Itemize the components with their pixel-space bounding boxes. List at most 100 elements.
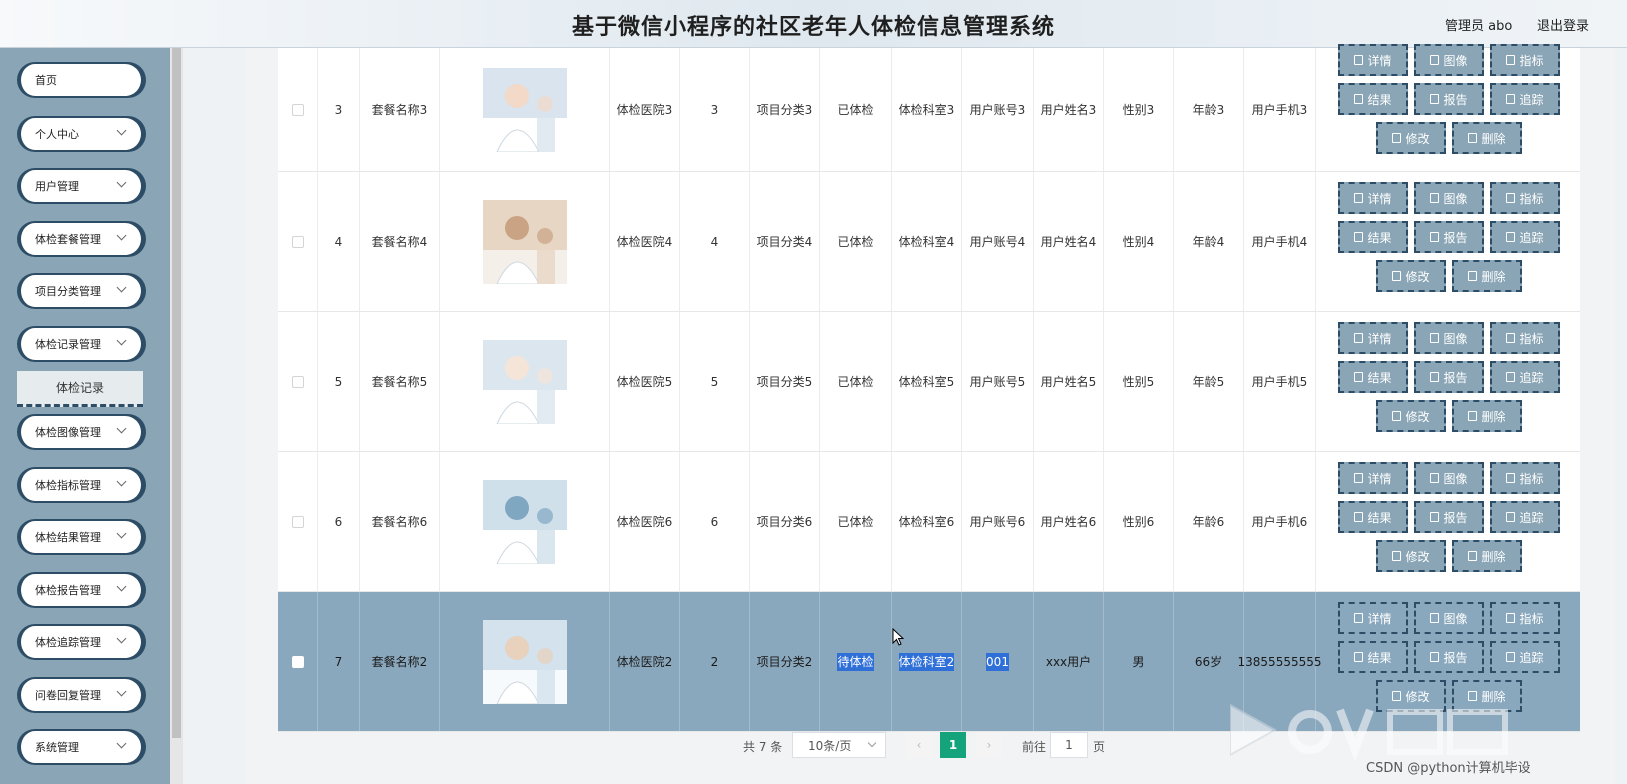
delete-button[interactable]: 删除	[1452, 260, 1522, 292]
sidebar-item-0[interactable]: 首页	[17, 62, 143, 98]
edit-button[interactable]: 修改	[1376, 540, 1446, 572]
sidebar-item-10[interactable]: 体检追踪管理	[17, 624, 143, 660]
report-button[interactable]: 报告	[1414, 221, 1484, 253]
cell-value: 001	[986, 652, 1009, 671]
logout-button[interactable]: 退出登录	[1537, 15, 1589, 34]
document-icon	[1430, 193, 1440, 203]
row-checkbox[interactable]	[291, 515, 304, 528]
detail-button[interactable]: 详情	[1338, 44, 1408, 76]
cell-age: 年龄3	[1174, 48, 1244, 171]
cell-value: 项目分类6	[756, 514, 813, 529]
sidebar-item-label: 首页	[35, 74, 57, 87]
button-label: 详情	[1367, 331, 1392, 346]
detail-button[interactable]: 详情	[1338, 602, 1408, 634]
detail-button[interactable]: 详情	[1338, 322, 1408, 354]
sidebar-subitem-exam-record[interactable]: 体检记录	[17, 371, 143, 407]
chevron-down-icon	[116, 125, 127, 136]
sidebar-item-7[interactable]: 体检指标管理	[17, 467, 143, 503]
cell-value: 用户姓名6	[1040, 514, 1097, 529]
sidebar-item-11[interactable]: 问卷回复管理	[17, 677, 143, 713]
cell-dept: 体检科室5	[892, 312, 962, 451]
sidebar-item-label: 体检记录管理	[35, 338, 101, 351]
result-button[interactable]: 结果	[1338, 83, 1408, 115]
button-label: 删除	[1481, 549, 1506, 564]
chevron-down-icon	[116, 177, 127, 188]
table-row[interactable]: 6 套餐名称6 体检医院6 6 项目分类6 已体检 体检科室6 用户账号6 用户姓名6 性别6 年龄…	[278, 452, 1580, 592]
sidebar-item-label: 体检指标管理	[35, 479, 101, 492]
cell-gender: 性别6	[1104, 452, 1174, 591]
cell-value: 体检科室2	[898, 652, 955, 671]
document-icon	[1430, 613, 1440, 623]
edit-button[interactable]: 修改	[1376, 260, 1446, 292]
delete-button[interactable]: 删除	[1452, 540, 1522, 572]
chevron-down-icon	[116, 528, 127, 539]
cell-phone: 用户手机4	[1244, 172, 1316, 311]
package-image-cell	[440, 172, 610, 311]
next-page-button[interactable]: ›	[976, 732, 1002, 758]
table-row[interactable]: 4 套餐名称4 体检医院4 4 项目分类4 已体检 体检科室4 用户账号4 用户姓名4 性别4 年龄…	[278, 172, 1580, 312]
detail-button[interactable]: 详情	[1338, 182, 1408, 214]
image-button[interactable]: 图像	[1414, 44, 1484, 76]
image-button[interactable]: 图像	[1414, 182, 1484, 214]
row-checkbox[interactable]	[291, 375, 304, 388]
metrics-button[interactable]: 指标	[1490, 602, 1560, 634]
sidebar-item-label: 项目分类管理	[35, 285, 101, 298]
table-row[interactable]: 3 套餐名称3 体检医院3 3 项目分类3 已体检 体检科室3 用户账号3 用户姓名3 性别3 年龄…	[278, 44, 1580, 172]
page-number-current[interactable]: 1	[940, 732, 966, 758]
sidebar-item-1[interactable]: 个人中心	[17, 116, 143, 152]
sidebar-item-5[interactable]: 体检记录管理	[17, 326, 143, 362]
report-button[interactable]: 报告	[1414, 501, 1484, 533]
tracking-button[interactable]: 追踪	[1490, 641, 1560, 673]
tracking-button[interactable]: 追踪	[1490, 83, 1560, 115]
cell-status: 已体检	[820, 312, 892, 451]
result-button[interactable]: 结果	[1338, 501, 1408, 533]
sidebar-item-4[interactable]: 项目分类管理	[17, 273, 143, 309]
metrics-button[interactable]: 指标	[1490, 462, 1560, 494]
sidebar-item-8[interactable]: 体检结果管理	[17, 519, 143, 555]
row-checkbox[interactable]	[291, 655, 304, 668]
edit-button[interactable]: 修改	[1376, 400, 1446, 432]
button-label: 删除	[1481, 409, 1506, 424]
table-row[interactable]: 5 套餐名称5 体检医院5 5 项目分类5 已体检 体检科室5 用户账号5 用户姓名5 性别5 年龄…	[278, 312, 1580, 452]
cell-value: 年龄3	[1192, 102, 1225, 117]
sidebar-item-3[interactable]: 体检套餐管理	[17, 221, 143, 257]
button-label: 修改	[1405, 131, 1430, 146]
metrics-button[interactable]: 指标	[1490, 182, 1560, 214]
image-button[interactable]: 图像	[1414, 602, 1484, 634]
result-button[interactable]: 结果	[1338, 641, 1408, 673]
cell-pkg: 套餐名称5	[360, 312, 440, 451]
button-label: 图像	[1443, 611, 1468, 626]
delete-button[interactable]: 删除	[1452, 122, 1522, 154]
report-button[interactable]: 报告	[1414, 83, 1484, 115]
cell-hospital: 体检医院4	[610, 172, 680, 311]
cell-value: 用户手机5	[1251, 374, 1308, 389]
edit-icon	[1392, 411, 1402, 421]
report-button[interactable]: 报告	[1414, 361, 1484, 393]
sidebar-item-9[interactable]: 体检报告管理	[17, 572, 143, 608]
detail-button[interactable]: 详情	[1338, 462, 1408, 494]
tracking-button[interactable]: 追踪	[1490, 361, 1560, 393]
row-checkbox[interactable]	[291, 103, 304, 116]
prev-page-button[interactable]: ‹	[906, 732, 932, 758]
page-size-select[interactable]: 10条/页	[792, 732, 886, 758]
edit-button[interactable]: 修改	[1376, 122, 1446, 154]
goto-page-input[interactable]: 1	[1050, 732, 1088, 758]
cell-value: 体检科室5	[898, 374, 955, 389]
metrics-button[interactable]: 指标	[1490, 322, 1560, 354]
report-button[interactable]: 报告	[1414, 641, 1484, 673]
metrics-button[interactable]: 指标	[1490, 44, 1560, 76]
sidebar-item-2[interactable]: 用户管理	[17, 168, 143, 204]
row-checkbox[interactable]	[291, 235, 304, 248]
row-actions: 详情 图像 指标结果 报告 追踪修改 删除	[1326, 312, 1580, 451]
sidebar-item-6[interactable]: 体检图像管理	[17, 414, 143, 450]
tracking-button[interactable]: 追踪	[1490, 221, 1560, 253]
tracking-button[interactable]: 追踪	[1490, 501, 1560, 533]
image-button[interactable]: 图像	[1414, 322, 1484, 354]
sidebar-scrollbar-thumb[interactable]	[172, 48, 181, 738]
edit-icon	[1392, 133, 1402, 143]
cell-account: 用户账号4	[962, 172, 1034, 311]
result-button[interactable]: 结果	[1338, 361, 1408, 393]
delete-button[interactable]: 删除	[1452, 400, 1522, 432]
image-button[interactable]: 图像	[1414, 462, 1484, 494]
result-button[interactable]: 结果	[1338, 221, 1408, 253]
